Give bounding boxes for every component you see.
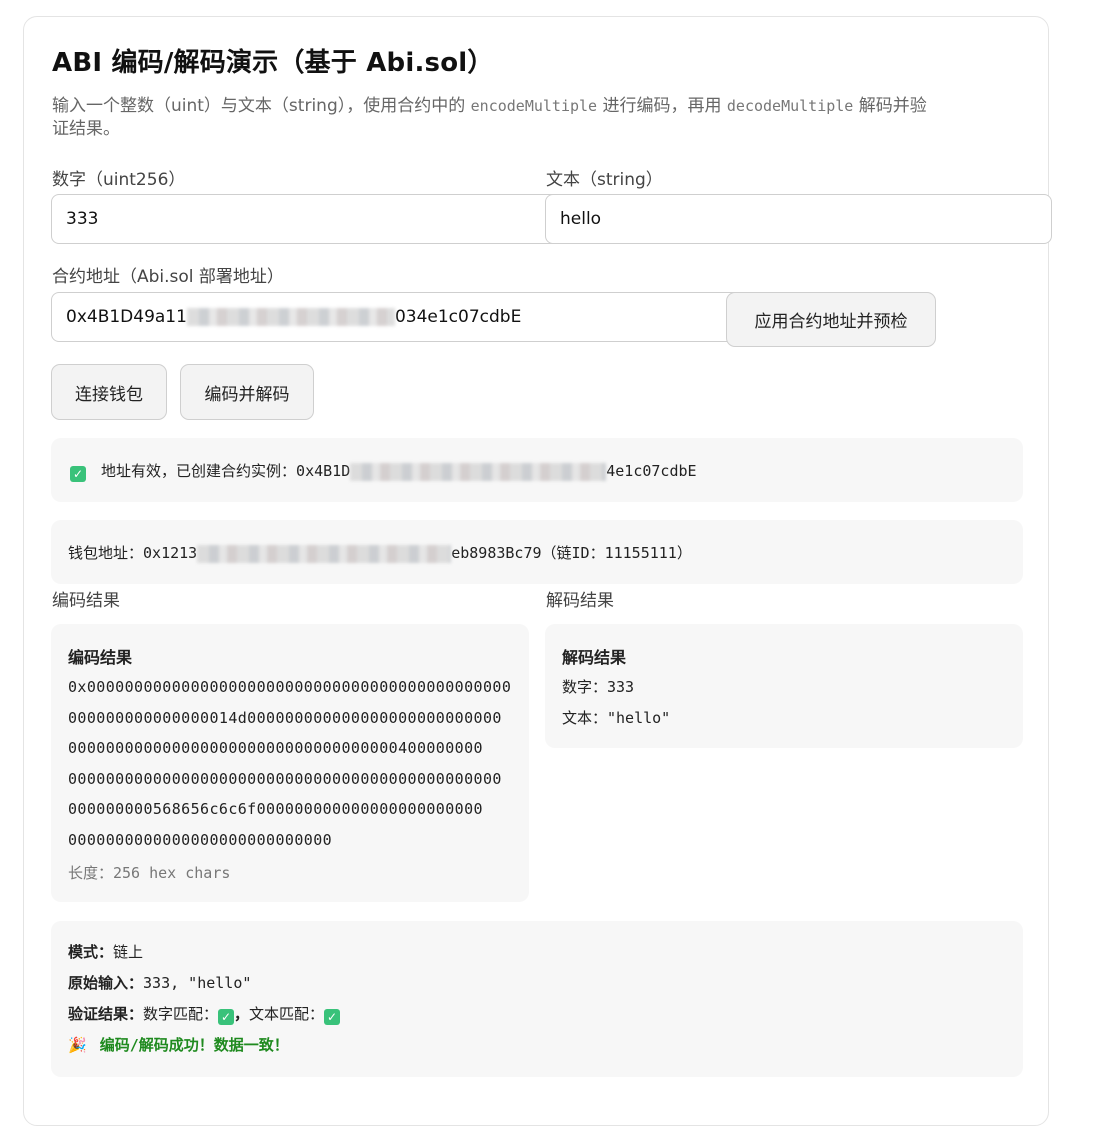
address-status-text: 地址有效，已创建合约实例： [101,462,297,480]
page-title: ABI 编码/解码演示（基于 Abi.sol） [52,48,494,78]
desc-text-2: 进行编码，再用 [597,96,727,116]
wallet-line: 钱包地址：0x1213 eb8983Bc79（链ID：11155111） [68,542,692,563]
check-mark-icon: ✓ [218,1009,235,1025]
encode-section-label: 编码结果 [52,591,120,611]
address-status-suffix: 4e1c07cdbE [606,462,697,480]
desc-code-decode: decodeMultiple [726,97,854,115]
address-status-prefix: 0x4B1D [296,462,351,480]
desc-code-encode: encodeMultiple [470,97,598,115]
text-input[interactable] [545,194,1052,244]
redacted-blur [186,308,395,326]
hex-length: 长度：256 hex chars [68,864,231,882]
input-line: 原始输入：333, "hello" [68,972,251,993]
wallet-label: 钱包地址： [68,544,144,562]
hex-line: 0x00000000000000000000000000000000000000… [68,678,512,696]
address-status-line: ✓ 地址有效，已创建合约实例：0x4B1D 4e1c07cdbE [70,460,697,482]
text-label: 文本（string） [546,170,663,190]
hex-line: 0000000000000000000000000000000000040000… [68,739,483,757]
contract-address-input[interactable]: 0x4B1D49a11 034e1c07cdbE [51,292,741,342]
mode-value: 链上 [113,943,144,961]
desc-text-1: 输入一个整数（uint）与文本（string），使用合约中的 [52,96,471,116]
address-suffix: 034e1c07cdbE [394,307,522,327]
success-text: 编码/解码成功！数据一致！ [99,1036,289,1054]
input-label: 原始输入： [68,974,144,992]
summary-panel: 模式：链上 原始输入：333, "hello" 验证结果：数字匹配： ✓ ，文本匹配… [51,921,1023,1077]
connect-wallet-button[interactable]: 连接钱包 [51,364,167,420]
hex-line: 000000000000000014d000000000000000000000… [68,708,502,727]
decode-heading: 解码结果 [562,648,627,667]
decoded-text: 文本："hello" [562,709,671,727]
encode-result-panel: 编码结果 0x000000000000000000000000000000000… [51,624,529,902]
encode-heading: 编码结果 [68,648,133,667]
verify-line: 验证结果：数字匹配： ✓ ，文本匹配： ✓ [68,1003,341,1025]
address-prefix: 0x4B1D49a11 [66,307,187,327]
encode-decode-button[interactable]: 编码并解码 [180,364,314,420]
wallet-prefix: 0x1213 [143,544,198,562]
wallet-suffix: eb8983Bc79（链ID：11155111） [451,544,692,562]
verify-text-text: 文本匹配： [249,1005,325,1023]
hex-line: 000000000568656c6c6f00000000000000000000… [68,800,483,818]
party-popper-icon: 🎉 [68,1036,87,1054]
address-label: 合约地址（Abi.sol 部署地址） [52,267,284,287]
decode-result-panel: 解码结果 数字：333 文本："hello" [545,624,1023,748]
mode-line: 模式：链上 [68,941,143,962]
verify-separator: ， [234,1005,250,1023]
apply-address-button[interactable]: 应用合约地址并预检 [726,292,936,347]
verify-number-text: 数字匹配： [143,1005,219,1023]
number-label: 数字（uint256） [52,170,186,190]
mode-label: 模式： [68,943,114,961]
check-mark-icon: ✓ [324,1009,341,1025]
decode-section-label: 解码结果 [546,591,614,611]
redacted-blur [350,462,607,481]
wallet-panel: 钱包地址：0x1213 eb8983Bc79（链ID：11155111） [51,520,1023,584]
hex-line: 0000000000000000000000000000 [68,830,333,849]
input-value: 333, "hello" [143,974,252,992]
page-description: 输入一个整数（uint）与文本（string），使用合约中的 encodeMul… [52,95,1042,141]
hex-line: 0000000000000000000000000000000000000000… [68,769,502,788]
desc-text-3: 解码并验 [853,96,927,116]
decoded-number: 数字：333 [562,678,635,696]
address-status-panel: ✓ 地址有效，已创建合约实例：0x4B1D 4e1c07cdbE [51,438,1023,502]
redacted-blur [197,544,452,563]
check-mark-icon: ✓ [70,466,86,482]
number-input[interactable] [51,194,571,244]
verify-label: 验证结果： [68,1005,144,1023]
desc-text-4: 证结果。 [52,119,120,139]
success-line: 🎉 编码/解码成功！数据一致！ [68,1034,289,1055]
